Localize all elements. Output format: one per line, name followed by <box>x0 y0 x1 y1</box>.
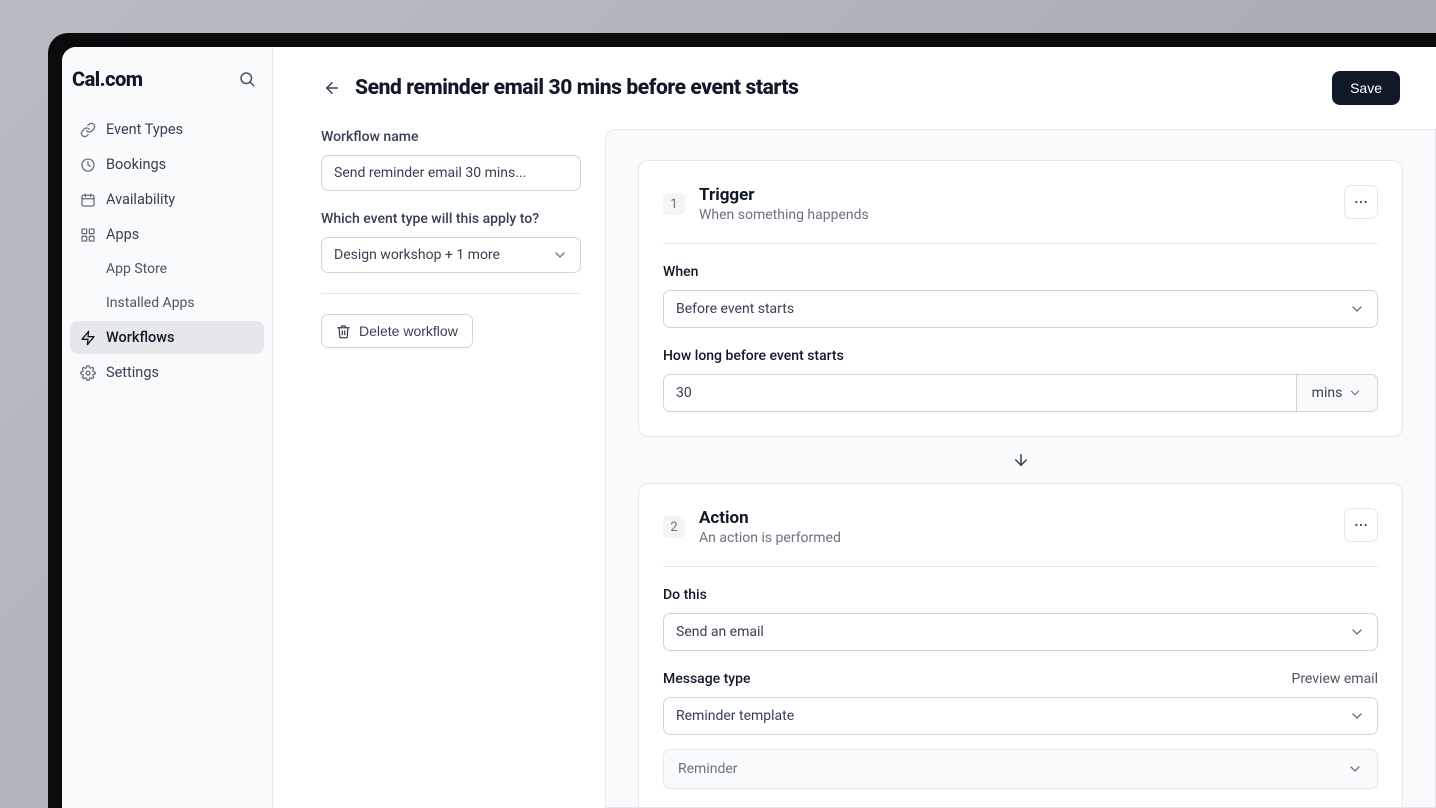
back-icon[interactable] <box>323 79 341 97</box>
trigger-title: Trigger <box>699 185 869 205</box>
unit-value: mins <box>1312 385 1343 401</box>
do-label: Do this <box>663 587 1378 603</box>
action-more-button[interactable] <box>1344 508 1378 542</box>
message-type-label: Message type <box>663 671 751 687</box>
workflow-name-label: Workflow name <box>321 129 581 145</box>
step-number: 1 <box>663 193 685 215</box>
sidebar-item-label: Installed Apps <box>106 295 195 311</box>
sidebar-item-label: Bookings <box>106 156 166 173</box>
sidebar-item-event-types[interactable]: Event Types <box>70 113 264 146</box>
more-icon <box>1353 517 1369 533</box>
chevron-down-icon <box>1349 708 1365 724</box>
do-select[interactable]: Send an email <box>663 613 1378 651</box>
sidebar-item-bookings[interactable]: Bookings <box>70 148 264 181</box>
sidebar-item-settings[interactable]: Settings <box>70 356 264 389</box>
step-number: 2 <box>663 516 685 538</box>
sidebar-item-label: App Store <box>106 261 167 277</box>
sidebar-item-apps[interactable]: Apps <box>70 218 264 251</box>
chevron-down-icon <box>1349 301 1365 317</box>
select-value: Reminder <box>678 761 738 777</box>
trigger-more-button[interactable] <box>1344 185 1378 219</box>
select-value: Send an email <box>676 624 764 640</box>
chevron-down-icon <box>1348 386 1362 400</box>
delete-workflow-button[interactable]: Delete workflow <box>321 314 473 348</box>
howlong-input[interactable]: 30 <box>663 374 1296 412</box>
when-label: When <box>663 264 1378 280</box>
event-type-label: Which event type will this apply to? <box>321 211 581 227</box>
chevron-down-icon <box>552 247 568 263</box>
delete-label: Delete workflow <box>359 323 458 339</box>
sidebar-item-label: Availability <box>106 191 175 208</box>
main: Send reminder email 30 mins before event… <box>273 47 1436 808</box>
preview-email-link[interactable]: Preview email <box>1291 671 1378 687</box>
select-value: Reminder template <box>676 708 794 724</box>
action-card: 2 Action An action is performed <box>638 483 1403 808</box>
when-select[interactable]: Before event starts <box>663 290 1378 328</box>
trigger-card: 1 Trigger When something happends <box>638 160 1403 437</box>
search-icon[interactable] <box>238 70 256 88</box>
howlong-label: How long before event starts <box>663 348 1378 364</box>
action-subtitle: An action is performed <box>699 530 841 546</box>
arrow-down-icon <box>1012 451 1030 469</box>
brand-logo: Cal.com <box>72 67 143 91</box>
calendar-icon <box>80 192 96 208</box>
select-value: Before event starts <box>676 301 794 317</box>
sidebar-item-label: Workflows <box>106 329 175 346</box>
divider <box>321 293 581 294</box>
sidebar-item-installed-apps[interactable]: Installed Apps <box>70 287 264 319</box>
chevron-down-icon <box>1349 624 1365 640</box>
unit-select[interactable]: mins <box>1296 374 1378 412</box>
clock-icon <box>80 157 96 173</box>
save-button[interactable]: Save <box>1332 71 1400 105</box>
trigger-subtitle: When something happends <box>699 207 869 223</box>
sidebar-item-workflows[interactable]: Workflows <box>70 321 264 354</box>
sidebar-item-app-store[interactable]: App Store <box>70 253 264 285</box>
flow-arrow <box>638 437 1403 483</box>
action-title: Action <box>699 508 841 528</box>
sidebar: Cal.com Event Types Bookings Availabilit… <box>62 47 273 808</box>
more-icon <box>1353 194 1369 210</box>
sidebar-item-label: Settings <box>106 364 159 381</box>
sidebar-item-availability[interactable]: Availability <box>70 183 264 216</box>
sidebar-item-label: Apps <box>106 226 139 243</box>
chevron-down-icon <box>1347 761 1363 777</box>
zap-icon <box>80 330 96 346</box>
message-type-select[interactable]: Reminder template <box>663 697 1378 735</box>
event-type-select[interactable]: Design workshop + 1 more <box>321 237 581 273</box>
sidebar-item-label: Event Types <box>106 121 183 138</box>
grid-icon <box>80 227 96 243</box>
trash-icon <box>336 324 351 339</box>
workflow-name-input[interactable]: Send reminder email 30 mins... <box>321 155 581 191</box>
gear-icon <box>80 365 96 381</box>
select-value: Design workshop + 1 more <box>334 247 500 263</box>
link-icon <box>80 122 96 138</box>
page-title: Send reminder email 30 mins before event… <box>355 76 799 100</box>
reminder-select[interactable]: Reminder <box>663 749 1378 789</box>
